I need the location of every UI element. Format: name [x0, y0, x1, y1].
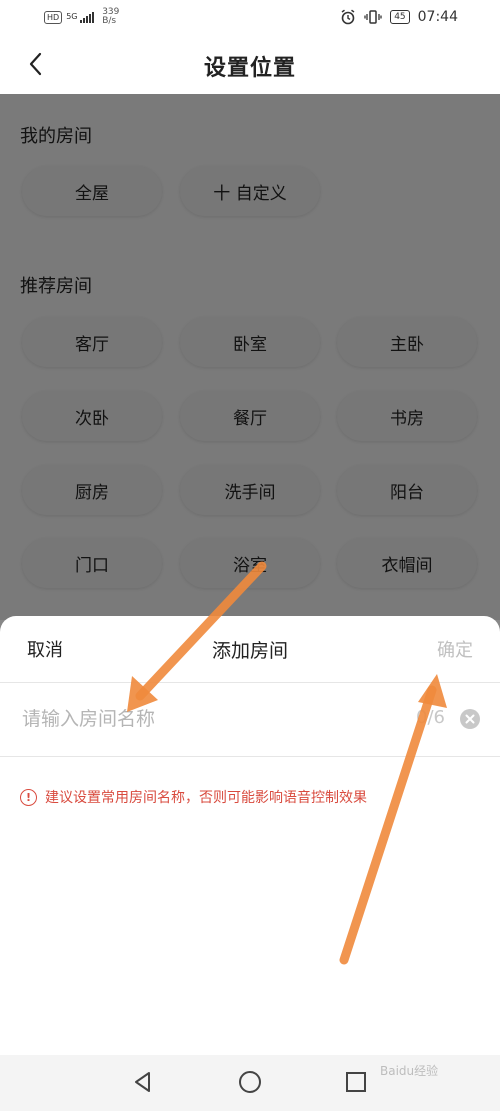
room-chip[interactable]: 书房 [337, 391, 477, 441]
sheet-title: 添加房间 [211, 640, 288, 662]
room-chip[interactable]: 衣帽间 [337, 538, 477, 588]
network-speed: 339 B/s [102, 8, 119, 26]
my-rooms-title: 我的房间 [20, 126, 92, 147]
page-title: 设置位置 [203, 56, 296, 81]
status-left: HD 5G 339 B/s [44, 8, 119, 26]
room-name-input[interactable] [20, 700, 404, 738]
warning-icon: ! [20, 788, 37, 806]
custom-room-button[interactable]: 十 自定义 [180, 166, 320, 216]
signal-icon [80, 11, 95, 23]
warning-message: ! 建议设置常用房间名称，否则可能影响语音控制效果 [20, 787, 367, 807]
nav-back-icon[interactable] [130, 1069, 156, 1095]
room-chip[interactable]: 餐厅 [180, 391, 320, 441]
status-bar: HD 5G 339 B/s 45 07:44 [0, 0, 500, 36]
room-picker: 我的房间 全屋 十 自定义 推荐房间 客厅 卧室 主卧 次卧 餐厅 书房 厨房 … [0, 94, 500, 620]
char-counter: 0/6 [416, 707, 445, 728]
confirm-button[interactable]: 确定 [437, 636, 473, 662]
recommended-rooms-title: 推荐房间 [20, 276, 92, 297]
divider [0, 682, 500, 683]
room-chip[interactable]: 次卧 [22, 391, 162, 441]
room-chip[interactable]: 客厅 [22, 317, 162, 367]
nav-recents-icon[interactable] [343, 1069, 369, 1095]
add-room-sheet: 取消 添加房间 确定 0/6 ! 建议设置常用房间名称，否则可能影响语音控制效果 [0, 616, 500, 1111]
alarm-icon [341, 9, 355, 25]
divider [0, 756, 500, 757]
hd-badge: HD [44, 10, 63, 24]
status-right: 45 07:44 [340, 9, 458, 25]
room-chip[interactable]: 洗手间 [180, 465, 320, 515]
network-type: 5G [66, 12, 78, 21]
room-chip[interactable]: 浴室 [180, 538, 320, 588]
warning-text: 建议设置常用房间名称，否则可能影响语音控制效果 [45, 790, 367, 806]
speed-unit: B/s [102, 16, 117, 26]
room-chip[interactable]: 门口 [22, 538, 162, 588]
room-chip[interactable]: 阳台 [337, 465, 477, 515]
clear-icon[interactable] [460, 709, 480, 729]
battery-icon: 45 [390, 10, 410, 24]
room-chip[interactable]: 主卧 [337, 317, 477, 367]
room-chip[interactable]: 厨房 [22, 465, 162, 515]
nav-home-icon[interactable] [237, 1069, 263, 1095]
room-chip-whole-house[interactable]: 全屋 [22, 166, 162, 216]
clock: 07:44 [417, 9, 458, 25]
room-chip[interactable]: 卧室 [180, 317, 320, 367]
page-header: 设置位置 [0, 36, 500, 94]
vibrate-icon [364, 10, 382, 24]
watermark: Baidu经验 [380, 1064, 439, 1078]
